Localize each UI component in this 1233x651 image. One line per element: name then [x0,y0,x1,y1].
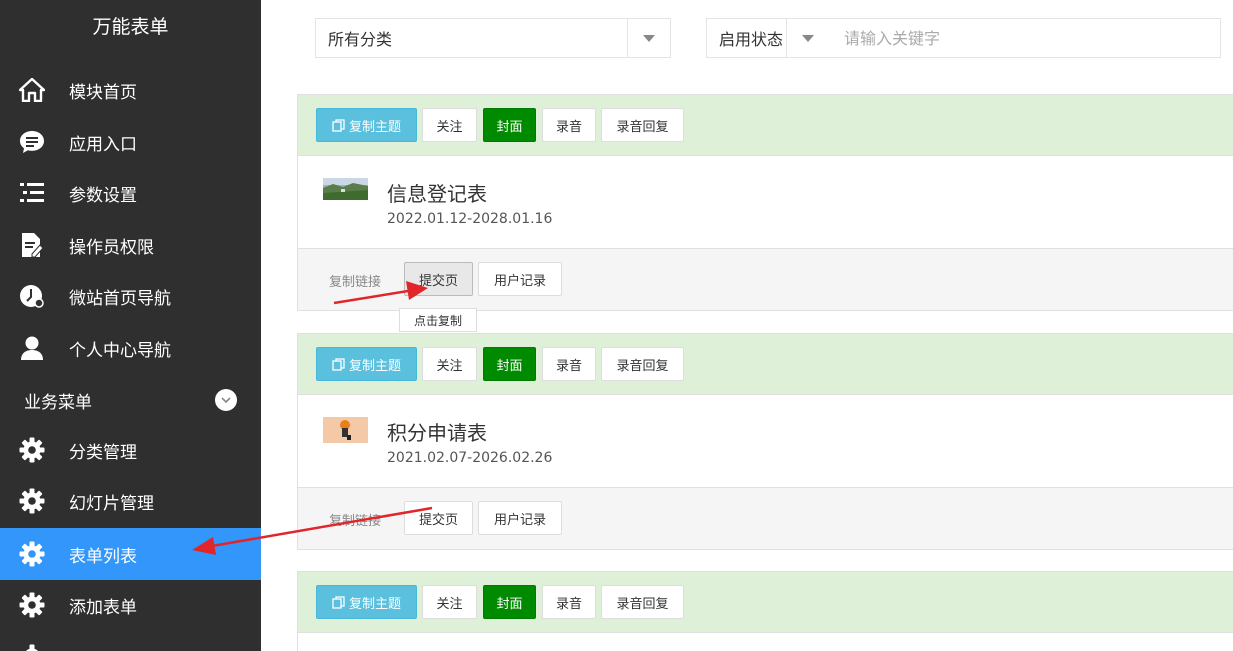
business-menu-section[interactable]: 业务菜单 [0,375,261,425]
copy-theme-button[interactable]: 复制主题 [316,108,417,142]
sidebar-item-app-entry[interactable]: 应用入口 [0,116,261,168]
card-header: 复制主题 关注 封面 录音 录音回复 [298,95,1233,156]
form-card: 复制主题 关注 封面 录音 录音回复 信息登记表 2022.01.12-2028… [297,94,1233,311]
list-icon [19,180,45,206]
record-reply-button[interactable]: 录音回复 [601,347,684,381]
category-select[interactable]: 所有分类 [315,18,671,58]
form-title[interactable]: 信息登记表 [387,178,487,207]
app-title: 万能表单 [92,16,169,38]
sidebar-item-label: 添加表单 [69,597,137,618]
copy-theme-button[interactable]: 复制主题 [316,347,417,381]
sidebar-item-label: 操作员权限 [69,237,154,258]
card-header: 复制主题 关注 封面 录音 录音回复 [298,572,1233,633]
card-body: 积分申请表 2021.02.07-2026.02.26 [298,395,1233,488]
sidebar-item-parameter-settings[interactable]: 参数设置 [0,167,261,219]
form-thumbnail[interactable] [323,417,368,443]
click-to-copy-tooltip: 点击复制 [399,308,477,332]
sidebar: 万能表单 模块首页 应用入口 参数设置 操作员权限 微站首页导航 个人中心导航 … [0,0,261,651]
chevron-down-icon[interactable] [215,389,237,411]
follow-button[interactable]: 关注 [422,585,477,619]
search-input[interactable] [829,18,1221,58]
follow-button[interactable]: 关注 [422,347,477,381]
sidebar-item-label: 微站首页导航 [69,288,171,309]
copy-link-label: 复制链接 [329,514,382,529]
gear-icon [19,437,45,463]
home-icon [19,77,45,103]
copy-theme-button[interactable]: 复制主题 [316,585,417,619]
sidebar-item-add-form[interactable]: 添加表单 [0,579,261,631]
sidebar-item-partial[interactable] [0,631,261,651]
sidebar-item-label: 个人中心导航 [69,340,171,361]
document-edit-icon [19,232,45,258]
chevron-down-icon[interactable] [627,19,670,57]
chevron-down-icon[interactable] [786,19,829,57]
follow-button[interactable]: 关注 [422,108,477,142]
gear-icon [19,541,45,567]
record-button[interactable]: 录音 [542,585,596,619]
category-select-value: 所有分类 [328,30,393,49]
sidebar-item-module-home[interactable]: 模块首页 [0,64,261,116]
form-date-range: 2021.02.07-2026.02.26 [387,450,553,466]
cover-button[interactable]: 封面 [483,347,536,381]
clock-icon [19,283,45,309]
form-card: 复制主题 关注 封面 录音 录音回复 积分申请表 2021.02.07-2026… [297,333,1233,550]
sidebar-item-label: 参数设置 [69,185,137,206]
card-header: 复制主题 关注 封面 录音 录音回复 [298,334,1233,395]
copy-icon [332,118,345,132]
copy-icon [332,595,345,609]
card-footer: 复制链接 提交页 用户记录 [298,249,1233,310]
card-footer: 复制链接 提交页 用户记录 [298,488,1233,549]
sidebar-item-operator-permissions[interactable]: 操作员权限 [0,219,261,271]
cover-button[interactable]: 封面 [483,108,536,142]
section-title: 业务菜单 [24,392,92,413]
form-thumbnail[interactable] [323,178,368,200]
sidebar-item-label: 分类管理 [69,442,137,463]
sidebar-item-microsite-home-nav[interactable]: 微站首页导航 [0,270,261,322]
sidebar-item-label: 应用入口 [69,134,137,155]
gear-icon [19,644,45,651]
gear-icon [19,592,45,618]
sidebar-item-personal-center-nav[interactable]: 个人中心导航 [0,322,261,374]
copy-icon [332,357,345,371]
card-body: 信息登记表 2022.01.12-2028.01.16 [298,156,1233,249]
cover-button[interactable]: 封面 [483,585,536,619]
user-records-button[interactable]: 用户记录 [478,501,562,535]
sidebar-item-label: 模块首页 [69,82,137,103]
sidebar-item-label: 表单列表 [69,546,137,567]
user-icon [19,335,45,361]
sidebar-item-slideshow-management[interactable]: 幻灯片管理 [0,475,261,527]
submit-page-button[interactable]: 提交页 [404,501,473,535]
submit-page-button[interactable]: 提交页 [404,262,473,296]
chat-icon [19,129,45,155]
gear-icon [19,488,45,514]
copy-link-label: 复制链接 [329,275,382,290]
form-card: 复制主题 关注 封面 录音 录音回复 [297,571,1233,651]
record-button[interactable]: 录音 [542,108,596,142]
sidebar-item-label: 幻灯片管理 [69,493,154,514]
user-records-button[interactable]: 用户记录 [478,262,562,296]
form-date-range: 2022.01.12-2028.01.16 [387,211,553,227]
record-button[interactable]: 录音 [542,347,596,381]
record-reply-button[interactable]: 录音回复 [601,585,684,619]
sidebar-item-form-list[interactable]: 表单列表 [0,528,261,580]
status-select[interactable]: 启用状态 [706,18,830,58]
sidebar-item-category-management[interactable]: 分类管理 [0,424,261,476]
form-title[interactable]: 积分申请表 [387,417,487,446]
record-reply-button[interactable]: 录音回复 [601,108,684,142]
status-select-value: 启用状态 [719,30,784,49]
